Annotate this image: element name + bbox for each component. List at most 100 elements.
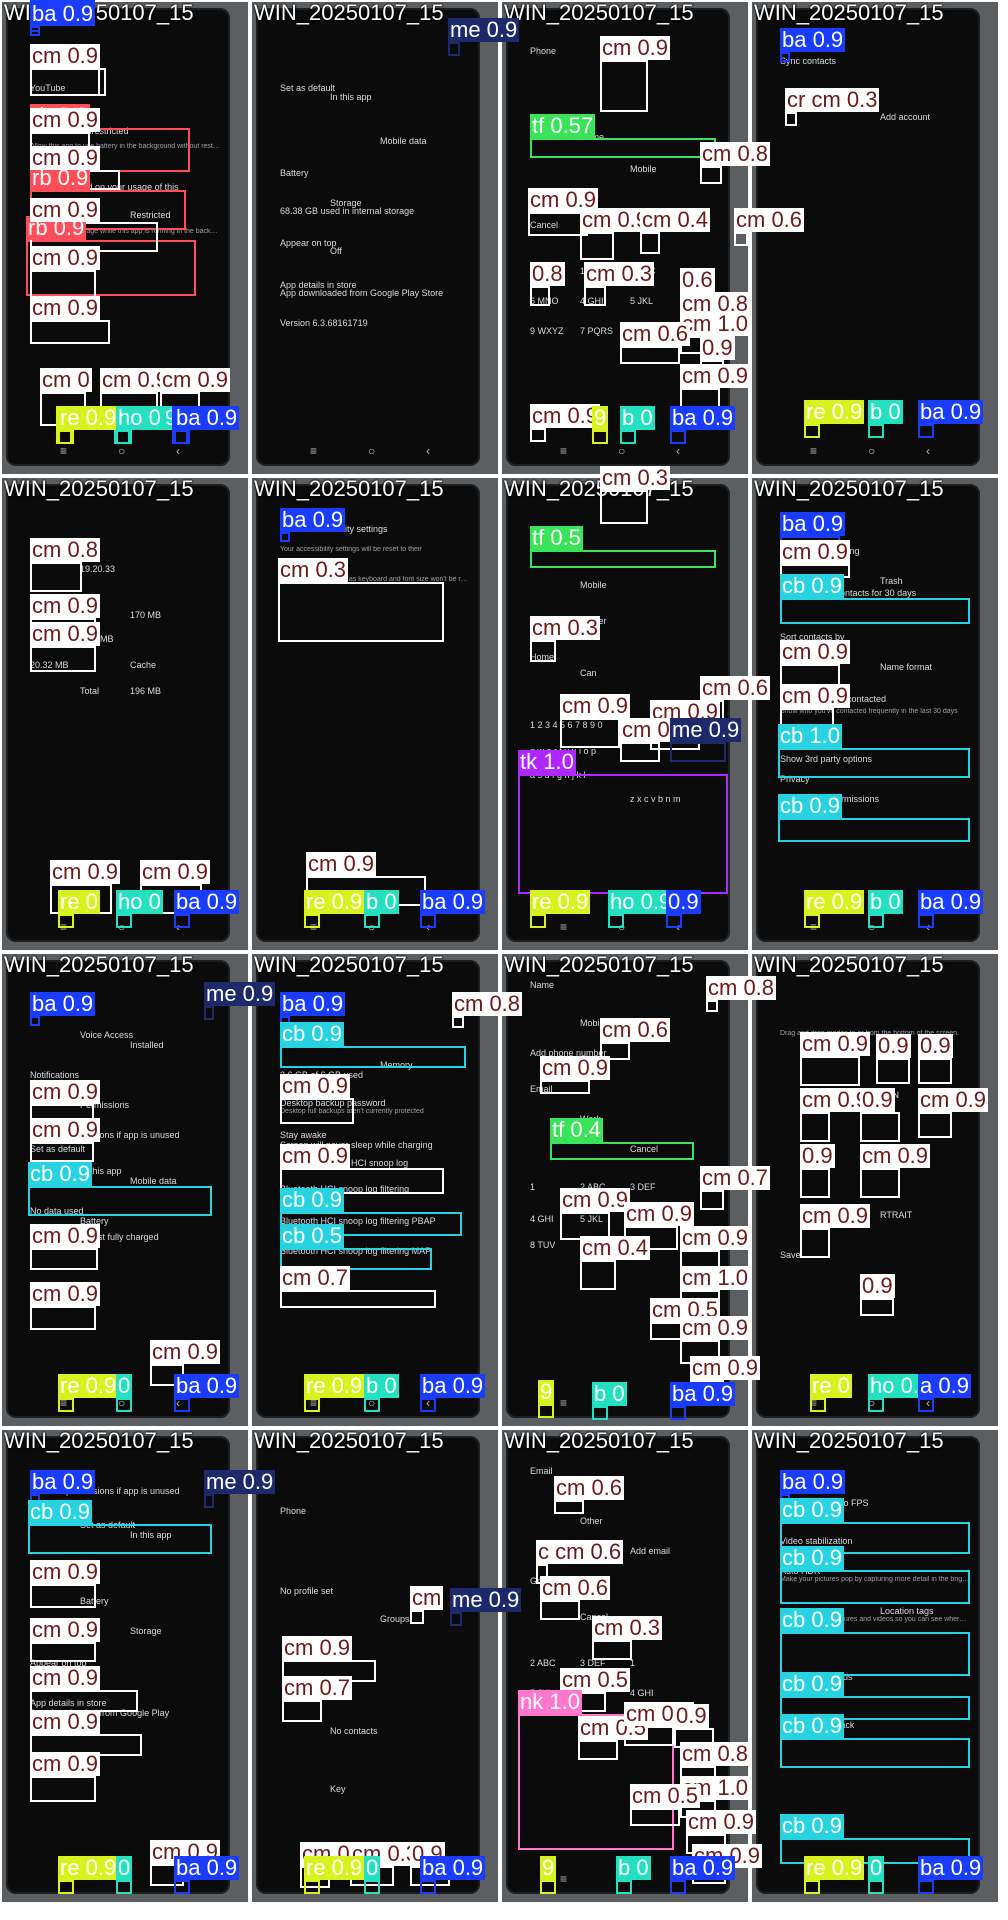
detection-label: re 0.9 <box>304 1373 365 1398</box>
detection-label: cm 0.9 <box>30 1617 101 1642</box>
recents-icon[interactable]: ≡ <box>560 920 567 934</box>
detection-label: re 0.9 <box>804 1855 865 1880</box>
detection-label: a 0.9 <box>918 1373 971 1398</box>
screen-text: 2 ABC <box>530 1658 556 1668</box>
detection-box-ba <box>174 914 190 928</box>
detection-label: cm 0.3 <box>278 557 349 582</box>
detection-box-cm <box>30 320 110 344</box>
detection-box-cm <box>592 1640 632 1660</box>
screen-text: Mobile data <box>380 136 427 146</box>
detection-box-cm <box>530 286 550 306</box>
detection-box-cb <box>780 1570 970 1604</box>
detection-box-ba <box>780 52 790 62</box>
detection-label: ba 0.9 <box>670 405 736 430</box>
screen-text: Set as default <box>280 83 336 93</box>
detection-label: re 0.9 <box>58 405 119 430</box>
home-icon[interactable]: ○ <box>368 444 375 458</box>
detection-label: cm 0.7 <box>280 1265 351 1290</box>
screen-text: 1 <box>530 1182 536 1192</box>
detection-label: b 0 <box>868 399 903 424</box>
detection-box-cm <box>30 270 96 298</box>
back-icon[interactable]: ‹ <box>426 444 430 458</box>
detection-label: cm 0.3 <box>584 261 655 286</box>
home-icon[interactable]: ○ <box>618 444 625 458</box>
detection-label: cb 0.9 <box>780 1607 844 1632</box>
recents-icon[interactable]: ≡ <box>310 444 317 458</box>
detection-label: cb 0.9 <box>280 1021 344 1046</box>
detection-box-tf <box>550 1142 694 1160</box>
recents-icon[interactable]: ≡ <box>560 444 567 458</box>
detection-box-cm <box>700 1190 724 1210</box>
detection-box-cm <box>30 1642 96 1662</box>
detection-label: cb 0.9 <box>780 573 844 598</box>
detection-label: ba 0.9 <box>780 511 846 536</box>
detection-label: b 0 <box>364 889 399 914</box>
detection-label: cm 0.8 <box>700 141 771 166</box>
back-icon[interactable]: ‹ <box>176 444 180 458</box>
detection-box-ba <box>670 1406 686 1420</box>
back-icon[interactable]: ‹ <box>676 444 680 458</box>
detection-label: ho 0.9 <box>608 889 674 914</box>
home-icon[interactable]: ○ <box>118 444 125 458</box>
detection-box-ho <box>116 914 132 928</box>
detection-label: cb 0.9 <box>778 793 842 818</box>
detection-label: cm 0.9 <box>282 1635 353 1660</box>
screen-text: Version 6.3.68161719 <box>280 318 368 328</box>
recents-icon[interactable]: ≡ <box>60 444 67 458</box>
screen-text: 8 TUV <box>530 1240 556 1250</box>
detection-box-tk <box>518 774 728 894</box>
detection-box-cm <box>620 742 660 762</box>
detection-label: cm 0.9 <box>160 367 231 392</box>
screen-text: Appear on top <box>280 238 337 248</box>
detection-label: cm 0.6 <box>700 675 771 700</box>
detection-label: b 0 <box>616 1855 651 1880</box>
tile-title: WIN_20250107_15 <box>754 2 944 25</box>
detection-box-cm <box>30 1776 96 1802</box>
screen-text: 4 GHI <box>530 1214 554 1224</box>
detection-label: cm 0.6 <box>734 207 805 232</box>
tile-title: WIN_20250107_15 <box>504 954 694 977</box>
recents-icon[interactable]: ≡ <box>560 1872 567 1886</box>
detection-box-ho <box>868 914 884 928</box>
recents-icon[interactable]: ≡ <box>810 444 817 458</box>
detection-box-me <box>670 742 726 762</box>
screen-text: Add account <box>880 112 931 122</box>
screen-text: 19.20.33 <box>80 564 116 574</box>
detection-box-re <box>58 1880 74 1894</box>
detection-label: c cm 0.6 <box>536 1539 624 1564</box>
detection-label: ba 0.9 <box>30 1 96 26</box>
detection-box-ba <box>670 430 686 444</box>
detection-label: 0.9 <box>800 1143 835 1168</box>
tile-title: WIN_20250107_15 <box>254 2 444 25</box>
home-icon[interactable]: ○ <box>868 444 875 458</box>
detection-label: cm 0.9 <box>30 107 101 132</box>
detection-label: b 0 <box>364 1373 399 1398</box>
detection-box-cm <box>600 490 648 524</box>
detection-label: 0.9 <box>860 1273 895 1298</box>
detection-label: cm 0.3 <box>530 615 601 640</box>
detection-label: cm 0.9 <box>30 1751 101 1776</box>
detection-label: cm 0.9 <box>140 859 211 884</box>
detection-label: cm 0.9 <box>50 859 121 884</box>
detection-box-ho <box>868 424 884 438</box>
detection-label: cb 0.9 <box>780 1671 844 1696</box>
detection-box-cm <box>800 1228 830 1258</box>
screen-text: 196 MB <box>130 686 162 696</box>
detection-box-cm <box>800 1056 860 1086</box>
detection-box-re <box>538 1404 554 1418</box>
detection-box-re <box>592 430 608 444</box>
detection-label: 0.9 <box>700 335 735 360</box>
recents-icon[interactable]: ≡ <box>560 1396 567 1410</box>
back-icon[interactable]: ‹ <box>926 444 930 458</box>
screen-text: Your accessibility settings will be rese… <box>280 546 422 553</box>
detection-label: 9 <box>538 1379 555 1404</box>
detection-box-ho <box>868 1880 884 1894</box>
detection-box-cb <box>28 1524 212 1554</box>
detection-label: 0.9 <box>860 1087 895 1112</box>
detection-label: re 0.9 <box>58 1855 119 1880</box>
detection-box-ba <box>30 26 40 36</box>
detection-label: b 0 <box>868 889 903 914</box>
screen-text: No contacts <box>330 1726 378 1736</box>
detection-label: re 0.9 <box>304 889 365 914</box>
detection-box-ho <box>116 1398 132 1412</box>
